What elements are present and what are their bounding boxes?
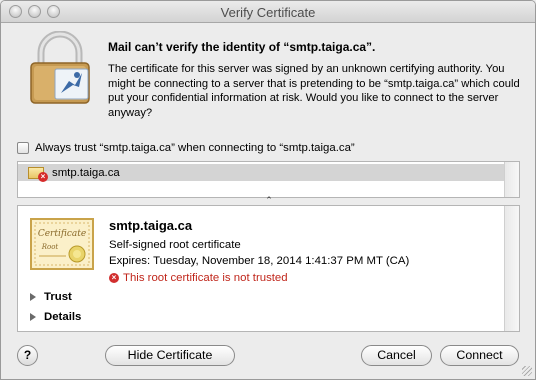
dialog-message: The certificate for this server was sign… [108, 63, 520, 119]
hide-certificate-button[interactable]: Hide Certificate [105, 345, 235, 366]
details-disclosure[interactable]: Details [30, 311, 81, 323]
always-trust-row[interactable]: Always trust “smtp.taiga.ca” when connec… [17, 142, 355, 154]
certificate-icon: Certificate Root [30, 218, 94, 270]
chain-item-label: smtp.taiga.ca [52, 166, 120, 179]
chain-item[interactable]: × smtp.taiga.ca [18, 164, 519, 182]
certificate-chain-list[interactable]: × smtp.taiga.ca [17, 161, 520, 198]
help-button[interactable]: ? [17, 345, 38, 366]
always-trust-label[interactable]: Always trust “smtp.taiga.ca” when connec… [35, 142, 355, 154]
always-trust-checkbox[interactable] [17, 142, 29, 154]
certificate-type: Self-signed root certificate [109, 239, 241, 251]
cancel-button[interactable]: Cancel [361, 345, 432, 366]
certificate-detail-pane: Certificate Root smtp.taiga.ca Self-sign… [17, 205, 520, 332]
error-icon: × [109, 273, 119, 283]
certificate-image-root: Root [41, 243, 59, 251]
trust-label[interactable]: Trust [44, 291, 72, 303]
verify-certificate-window: Verify Certificate Mail can’t verify the… [0, 0, 536, 380]
certificate-image-title: Certificate [38, 229, 86, 239]
disclosure-triangle-icon[interactable] [30, 293, 36, 301]
certificate-name: smtp.taiga.ca [109, 218, 193, 233]
certificate-error-icon: × [28, 166, 48, 182]
trust-disclosure[interactable]: Trust [30, 291, 72, 303]
connect-button[interactable]: Connect [440, 345, 519, 366]
disclosure-triangle-icon[interactable] [30, 313, 36, 321]
detail-scrollbar[interactable] [504, 206, 519, 331]
padlock-certificate-icon [30, 31, 90, 104]
certificate-status: × This root certificate is not trusted [109, 272, 288, 284]
certificate-expiry: Expires: Tuesday, November 18, 2014 1:41… [109, 255, 410, 267]
chain-scrollbar[interactable] [504, 162, 519, 197]
dialog-heading: Mail can’t verify the identity of “smtp.… [108, 40, 376, 54]
certificate-status-text: This root certificate is not trusted [123, 272, 288, 284]
window-title: Verify Certificate [220, 5, 316, 20]
resize-grip-icon[interactable] [522, 366, 532, 376]
title-bar[interactable]: Verify Certificate [1, 1, 535, 23]
details-label[interactable]: Details [44, 311, 81, 323]
split-view-handle[interactable]: ⌃ [1, 196, 535, 205]
